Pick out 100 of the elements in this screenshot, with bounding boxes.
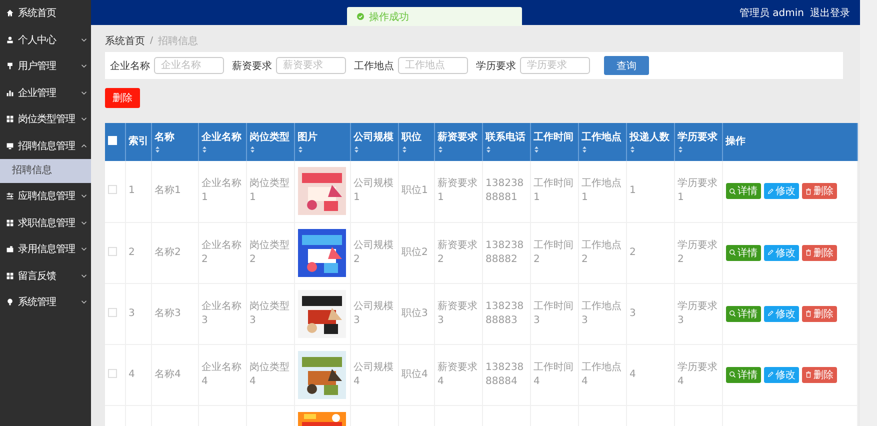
table-cell: 学历要求1 [678,178,718,204]
logout-link[interactable]: 退出登录 [810,6,850,20]
edit-button[interactable]: 修改 [764,183,798,200]
pencil-icon [766,310,774,317]
field-label: 工作地点 [354,60,394,72]
sidebar-item[interactable]: 招聘信息管理 [0,132,91,159]
sidebar-item[interactable]: 应聘信息管理 [0,183,91,210]
edit-button[interactable]: 修改 [764,366,798,382]
table-cell: 公司规模2 [354,240,394,264]
table-cell: 岗位类型2 [250,240,290,264]
table-cell: 13823888884 [486,362,524,386]
sort-icon[interactable] [250,146,254,152]
user-name: 管理员 admin [739,6,804,20]
table-cell: 工作地点2 [582,240,622,264]
table-cell: 企业名称4 [202,362,242,386]
delete-button[interactable]: 删除 [802,306,836,322]
delete-button[interactable]: 删除 [802,366,836,382]
search-icon [728,310,736,317]
sort-icon[interactable] [678,146,682,152]
trash-icon [804,249,812,256]
table-cell: 学历要求2 [678,240,718,264]
detail-button[interactable]: 详情 [726,244,760,260]
sidebar-item[interactable]: 录用信息管理 [0,236,91,262]
sort-icon[interactable] [354,146,358,152]
table-cell: 学历要求4 [678,362,718,386]
detail-button[interactable]: 详情 [726,306,760,322]
scrollbar[interactable] [860,0,877,426]
table-cell: 工作时间1 [534,178,574,204]
table-cell: 1 [128,185,135,196]
search-field[interactable]: 工作地点 [398,57,468,74]
search-field[interactable]: 学历要求 [520,57,590,74]
table-cell: 职位3 [402,308,428,318]
table-cell: 薪资要求3 [438,300,478,326]
home-icon [6,9,14,18]
search-field[interactable]: 企业名称 [154,57,224,74]
table-cell: 工作时间2 [534,240,574,264]
search-icon [728,188,736,195]
search-field[interactable]: 薪资要求 [276,57,346,74]
row-checkbox[interactable] [108,308,117,316]
sort-icon[interactable] [438,146,442,152]
table-cell: 公司规模1 [354,178,394,204]
sort-icon[interactable] [534,146,538,152]
table-cell: 名称2 [154,246,181,258]
table-cell: 13823888883 [486,300,524,326]
sidebar-item[interactable]: 系统管理 [0,289,91,316]
delete-button[interactable]: 删除 [802,244,836,260]
sign-icon [6,62,14,70]
detail-button[interactable]: 详情 [726,366,760,382]
trash-icon [804,310,812,317]
detail-button[interactable]: 详情 [726,183,760,200]
grid-icon [6,272,14,280]
monitor-icon [6,142,14,150]
trash-icon [804,371,812,378]
sidebar-item[interactable]: 企业管理 [0,80,91,106]
sort-icon[interactable] [582,146,586,152]
sidebar-item[interactable]: 求职信息管理 [0,210,91,236]
edit-button[interactable]: 修改 [764,244,798,260]
field-label: 企业名称 [110,60,150,72]
pencil-icon [766,188,774,195]
delete-button[interactable]: 删除 [802,183,836,200]
sidebar-item[interactable]: 用户管理 [0,53,91,80]
breadcrumb-separator: / [150,36,154,46]
pencil-icon [766,249,774,256]
search-icon [728,249,736,256]
sidebar-subitem[interactable]: 招聘信息 [0,159,91,183]
table-cell: 薪资要求2 [438,240,478,264]
table-cell: 3 [128,308,135,318]
delete-button[interactable]: 删除 [105,88,140,108]
sidebar-item[interactable]: 个人中心 [0,26,91,53]
sidebar-item[interactable]: 岗位类型管理 [0,106,91,132]
sidebar-item[interactable]: 系统首页 [0,0,91,26]
select-all-checkbox[interactable] [108,136,117,145]
table-cell: 岗位类型1 [250,178,290,204]
sidebar-item[interactable]: 留言反馈 [0,262,91,289]
row-checkbox[interactable] [108,185,117,194]
table-cell: 企业名称1 [202,178,242,204]
edit-button[interactable]: 修改 [764,306,798,322]
row-checkbox[interactable] [108,368,117,378]
sort-icon[interactable] [486,146,490,152]
table-cell: 企业名称3 [202,300,242,326]
table-cell: 工作时间3 [534,300,574,326]
table-cell: 13823888882 [486,240,524,264]
pencil-icon [766,371,774,378]
table-cell: 2 [128,246,135,258]
query-button[interactable]: 查询 [604,56,649,75]
table-cell: 13823888881 [486,178,524,204]
table-cell: 公司规模3 [354,300,394,326]
check-circle-icon [357,13,364,20]
table-cell: 学历要求3 [678,300,718,326]
breadcrumb-item[interactable]: 系统首页 [105,34,145,48]
sort-icon[interactable] [298,146,302,152]
column-header: 索引 [128,136,148,148]
sort-icon[interactable] [202,146,206,152]
sort-icon[interactable] [630,146,634,152]
toast-message: 操作成功 [369,10,409,24]
sort-icon[interactable] [402,146,406,152]
sort-icon[interactable] [154,146,160,152]
row-checkbox[interactable] [108,246,117,256]
table-cell: 名称4 [154,368,181,380]
table-cell: 工作地点3 [582,300,622,326]
